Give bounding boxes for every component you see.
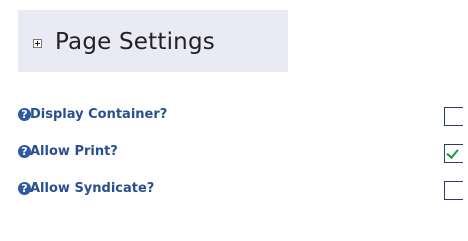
setting-row-allow-print: ? Allow Print? — [18, 144, 468, 181]
allow-print-checkbox[interactable] — [444, 144, 463, 163]
setting-label-display-container: Display Container? — [30, 107, 168, 122]
section-title: Page Settings — [55, 29, 215, 55]
setting-label-allow-syndicate: Allow Syndicate? — [30, 181, 155, 196]
settings-list: ? Display Container? ? Allow Print? ? Al… — [18, 107, 468, 218]
allow-syndicate-checkbox[interactable] — [444, 181, 463, 200]
setting-row-allow-syndicate: ? Allow Syndicate? — [18, 181, 468, 218]
setting-label-allow-print: Allow Print? — [30, 144, 118, 159]
expand-plus-icon[interactable] — [33, 39, 42, 48]
page-settings-header: Page Settings — [18, 10, 288, 72]
display-container-checkbox[interactable] — [444, 107, 463, 126]
setting-row-display-container: ? Display Container? — [18, 107, 468, 144]
